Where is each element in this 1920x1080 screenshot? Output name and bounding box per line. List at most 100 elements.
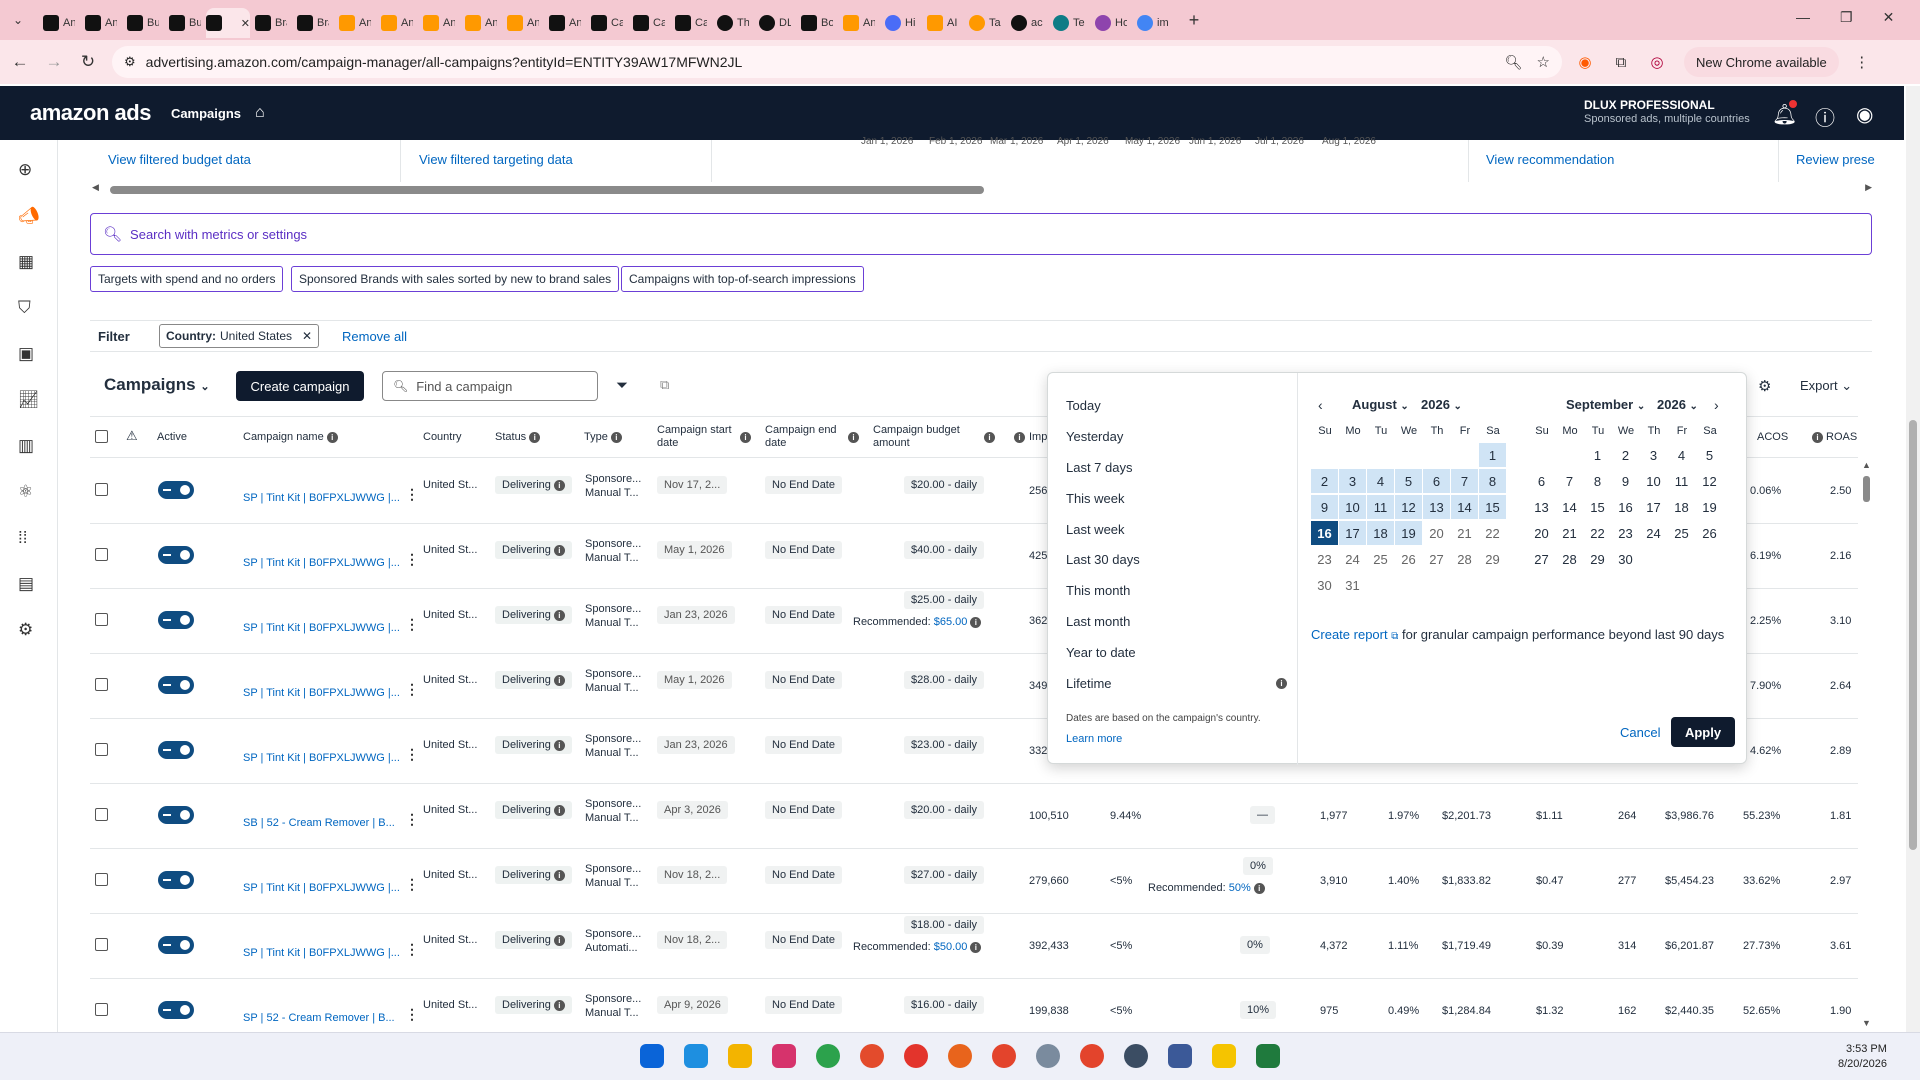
- puzzle-icon[interactable]: ⧉: [1608, 49, 1634, 75]
- browser-tab[interactable]: Bo: [796, 8, 838, 38]
- prev-month-icon[interactable]: ‹: [1318, 397, 1323, 413]
- month-select-1[interactable]: August ⌄: [1352, 397, 1409, 412]
- info-icon[interactable]: i: [326, 431, 338, 443]
- august-day[interactable]: 10: [1339, 495, 1366, 519]
- august-day[interactable]: 21: [1451, 521, 1478, 545]
- find-campaign-input[interactable]: 🔍︎ Find a campaign: [382, 371, 598, 401]
- preset-option[interactable]: Lifetime: [1066, 676, 1112, 691]
- preset-option[interactable]: Year to date: [1066, 645, 1136, 660]
- remove-filter-icon[interactable]: ✕: [302, 329, 312, 343]
- chrome-icon[interactable]: [816, 1044, 840, 1068]
- browser-tab[interactable]: An: [418, 8, 460, 38]
- metrics-search-input[interactable]: 🔍︎ Search with metrics or settings: [90, 213, 1872, 255]
- help-icon[interactable]: ⓘ: [1815, 102, 1835, 131]
- suggestion-chip-spend-no-orders[interactable]: Targets with spend and no orders: [90, 266, 284, 292]
- chrome-icon[interactable]: [1124, 1044, 1148, 1068]
- august-day[interactable]: 29: [1479, 547, 1506, 571]
- creative-images-icon[interactable]: ▣: [18, 344, 34, 364]
- active-toggle[interactable]: [158, 806, 194, 824]
- browser-tab[interactable]: An: [838, 8, 880, 38]
- browser-tab[interactable]: im: [1132, 8, 1174, 38]
- preset-option[interactable]: This month: [1066, 583, 1130, 598]
- chrome-icon[interactable]: [948, 1044, 972, 1068]
- september-day[interactable]: 22: [1584, 521, 1611, 545]
- chrome-icon[interactable]: [904, 1044, 928, 1068]
- august-day[interactable]: 1: [1479, 443, 1506, 467]
- campaign-name-link[interactable]: SP | 52 - Cream Remover | B...: [243, 1012, 395, 1024]
- browser-tab[interactable]: Bu: [122, 8, 164, 38]
- august-day[interactable]: 26: [1395, 547, 1422, 571]
- september-day[interactable]: 7: [1556, 469, 1583, 493]
- row-more-icon[interactable]: ⋮: [405, 617, 419, 631]
- info-icon[interactable]: i: [970, 941, 982, 953]
- browser-tab[interactable]: Ca: [586, 8, 628, 38]
- measurement-bars-icon[interactable]: ▥: [18, 436, 34, 456]
- row-checkbox[interactable]: [95, 1003, 108, 1016]
- select-all-checkbox[interactable]: [95, 430, 108, 443]
- browser-tab[interactable]: Bra: [292, 8, 334, 38]
- browser-tab[interactable]: Hi: [880, 8, 922, 38]
- september-day[interactable]: 23: [1612, 521, 1639, 545]
- next-month-icon[interactable]: ›: [1714, 397, 1719, 413]
- info-icon[interactable]: i: [553, 479, 565, 491]
- campaign-name-link[interactable]: SP | Tint Kit | B0FPXLJWWG |...: [243, 622, 400, 634]
- row-more-icon[interactable]: ⋮: [405, 747, 419, 761]
- browser-tab[interactable]: Tar: [964, 8, 1006, 38]
- browser-tab[interactable]: An: [38, 8, 80, 38]
- back-icon[interactable]: ←: [6, 48, 34, 76]
- september-day[interactable]: 13: [1528, 495, 1555, 519]
- view-recommendation-link[interactable]: View recommendation: [1486, 152, 1614, 167]
- august-day[interactable]: 23: [1311, 547, 1338, 571]
- nav-campaigns[interactable]: Campaigns: [171, 106, 241, 121]
- row-more-icon[interactable]: ⋮: [405, 877, 419, 891]
- row-more-icon[interactable]: ⋮: [405, 812, 419, 826]
- close-tab-icon[interactable]: ✕: [241, 17, 250, 30]
- campaign-name-link[interactable]: SP | Tint Kit | B0FPXLJWWG |...: [243, 557, 400, 569]
- minimize-icon[interactable]: —: [1796, 9, 1810, 26]
- suggestion-chip-sb-new-to-brand[interactable]: Sponsored Brands with sales sorted by ne…: [291, 266, 620, 292]
- august-day[interactable]: 14: [1451, 495, 1478, 519]
- august-day[interactable]: 7: [1451, 469, 1478, 493]
- browser-tab[interactable]: ✕: [206, 8, 250, 38]
- info-icon[interactable]: i: [553, 674, 565, 686]
- extension-icon[interactable]: ◉: [1572, 49, 1598, 75]
- table-settings-gear-icon[interactable]: ⚙: [1758, 377, 1771, 395]
- col-start-date[interactable]: Campaign start date: [657, 424, 737, 450]
- september-day[interactable]: 2: [1612, 443, 1639, 467]
- info-icon[interactable]: i: [1253, 882, 1265, 894]
- account-switcher[interactable]: DLUX PROFESSIONAL Sponsored ads, multipl…: [1584, 98, 1750, 126]
- row-more-icon[interactable]: ⋮: [405, 1007, 419, 1021]
- august-day[interactable]: 15: [1479, 495, 1506, 519]
- browser-tab[interactable]: Ca: [670, 8, 712, 38]
- info-icon[interactable]: i: [553, 999, 565, 1011]
- browser-tab[interactable]: An: [334, 8, 376, 38]
- home-icon[interactable]: ⌂: [255, 104, 265, 122]
- col-country[interactable]: Country: [423, 431, 462, 444]
- month-select-2[interactable]: September ⌄: [1566, 397, 1645, 412]
- active-toggle[interactable]: [158, 1001, 194, 1019]
- info-icon[interactable]: i: [553, 869, 565, 881]
- campaign-name-link[interactable]: SB | 52 - Cream Remover | B...: [243, 817, 395, 829]
- snipping-tool-icon[interactable]: [772, 1044, 796, 1068]
- august-day[interactable]: 24: [1339, 547, 1366, 571]
- info-icon[interactable]: i: [1011, 430, 1025, 444]
- tools-briefcase-icon[interactable]: ▤: [18, 574, 34, 594]
- col-status[interactable]: Status i: [495, 431, 541, 444]
- september-day[interactable]: 12: [1696, 469, 1723, 493]
- create-report-link[interactable]: Create report: [1311, 627, 1388, 642]
- browser-tab[interactable]: An: [376, 8, 418, 38]
- august-day[interactable]: 13: [1423, 495, 1450, 519]
- browser-tab[interactable]: Bu: [164, 8, 206, 38]
- info-icon[interactable]: i: [553, 609, 565, 621]
- info-icon[interactable]: i: [553, 934, 565, 946]
- september-day[interactable]: 26: [1696, 521, 1723, 545]
- browser-tab[interactable]: AI: [922, 8, 964, 38]
- september-day[interactable]: 14: [1556, 495, 1583, 519]
- reload-icon[interactable]: ↻: [74, 48, 102, 76]
- col-acos[interactable]: ACOS: [1757, 431, 1788, 444]
- info-icon[interactable]: i: [1276, 678, 1287, 689]
- august-day[interactable]: 19: [1395, 521, 1422, 545]
- preset-option[interactable]: Last week: [1066, 522, 1125, 537]
- row-checkbox[interactable]: [95, 743, 108, 756]
- august-day[interactable]: 4: [1367, 469, 1394, 493]
